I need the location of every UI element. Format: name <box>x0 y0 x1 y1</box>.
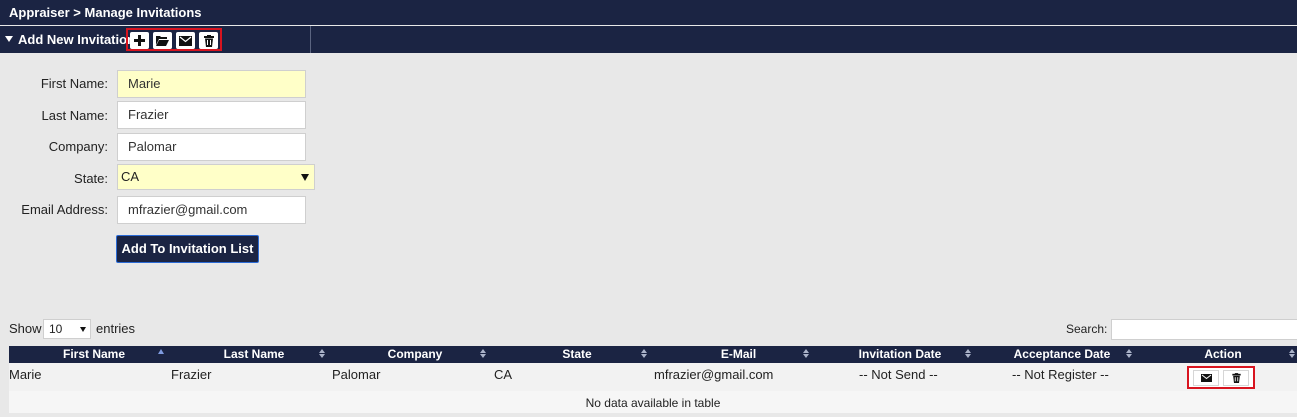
trash-icon <box>1231 373 1241 383</box>
envelope-icon <box>1200 374 1212 382</box>
sort-icon[interactable] <box>480 349 486 358</box>
email-label: Email Address: <box>21 202 108 217</box>
send-invitation-button[interactable] <box>1193 370 1219 386</box>
cell-acceptance-date: -- Not Register -- <box>1012 367 1109 382</box>
page-breadcrumb-bar: Appraiser > Manage Invitations <box>0 0 1297 25</box>
page-length-value: 10 <box>49 322 63 336</box>
add-to-invitation-list-button[interactable]: Add To Invitation List <box>116 235 259 263</box>
column-header-invitation-date[interactable]: Invitation Date <box>819 346 981 363</box>
state-label: State: <box>74 171 108 186</box>
trash-icon[interactable] <box>199 32 218 49</box>
cell-state: CA <box>494 367 513 382</box>
state-select[interactable]: CA <box>117 164 315 190</box>
company-label: Company: <box>48 139 108 154</box>
header-divider <box>310 26 311 53</box>
table-header: First Name Last Name Company State E-Mai… <box>9 346 1297 363</box>
delete-invitation-button[interactable] <box>1223 370 1249 386</box>
collapse-triangle-icon[interactable] <box>5 36 13 42</box>
sort-icon[interactable] <box>641 349 647 358</box>
first-name-field[interactable]: Marie <box>117 70 306 98</box>
first-name-label: First Name: <box>40 76 108 91</box>
state-selected-value: CA <box>121 169 140 184</box>
company-field[interactable]: Palomar <box>117 133 306 161</box>
section-title: Add New Invitation <box>18 32 135 47</box>
column-header-first-name[interactable]: First Name <box>9 346 179 363</box>
breadcrumb: Appraiser > Manage Invitations <box>9 5 202 20</box>
column-header-company[interactable]: Company <box>334 346 496 363</box>
column-header-last-name[interactable]: Last Name <box>174 346 334 363</box>
sort-icon[interactable] <box>319 349 325 358</box>
sort-icon[interactable] <box>803 349 809 358</box>
entries-label: entries <box>96 321 136 336</box>
search-label: Search: <box>1066 322 1108 336</box>
column-header-action[interactable]: Action <box>1143 346 1297 363</box>
column-header-state[interactable]: State <box>496 346 658 363</box>
sort-icon[interactable] <box>1126 349 1132 358</box>
cell-last-name: Frazier <box>171 367 212 382</box>
page-length-select[interactable]: 10 <box>43 319 91 339</box>
column-header-acceptance-date[interactable]: Acceptance Date <box>981 346 1143 363</box>
last-name-field[interactable]: Frazier <box>117 101 306 129</box>
last-name-label: Last Name: <box>41 108 108 123</box>
caret-down-icon <box>80 327 86 332</box>
cell-first-name: Marie <box>9 367 42 382</box>
sort-asc-icon[interactable] <box>158 349 164 354</box>
show-label: Show <box>9 321 42 336</box>
sort-icon[interactable] <box>1289 349 1295 358</box>
envelope-icon[interactable] <box>176 32 195 49</box>
folder-open-icon[interactable] <box>153 32 172 49</box>
empty-table-message: No data available in table <box>9 391 1297 413</box>
plus-icon[interactable] <box>130 32 149 49</box>
email-field[interactable]: mfrazier@gmail.com <box>117 196 306 224</box>
section-toolbar <box>126 28 222 51</box>
caret-down-icon <box>301 174 309 181</box>
search-input[interactable] <box>1111 319 1297 340</box>
cell-company: Palomar <box>332 367 381 382</box>
cell-invitation-date: -- Not Send -- <box>859 367 938 382</box>
row-action-buttons <box>1187 366 1255 389</box>
sort-icon[interactable] <box>965 349 971 358</box>
column-header-email[interactable]: E-Mail <box>658 346 819 363</box>
table-row: Marie Frazier Palomar CA mfrazier@gmail.… <box>9 363 1297 391</box>
cell-email: mfrazier@gmail.com <box>654 367 774 382</box>
